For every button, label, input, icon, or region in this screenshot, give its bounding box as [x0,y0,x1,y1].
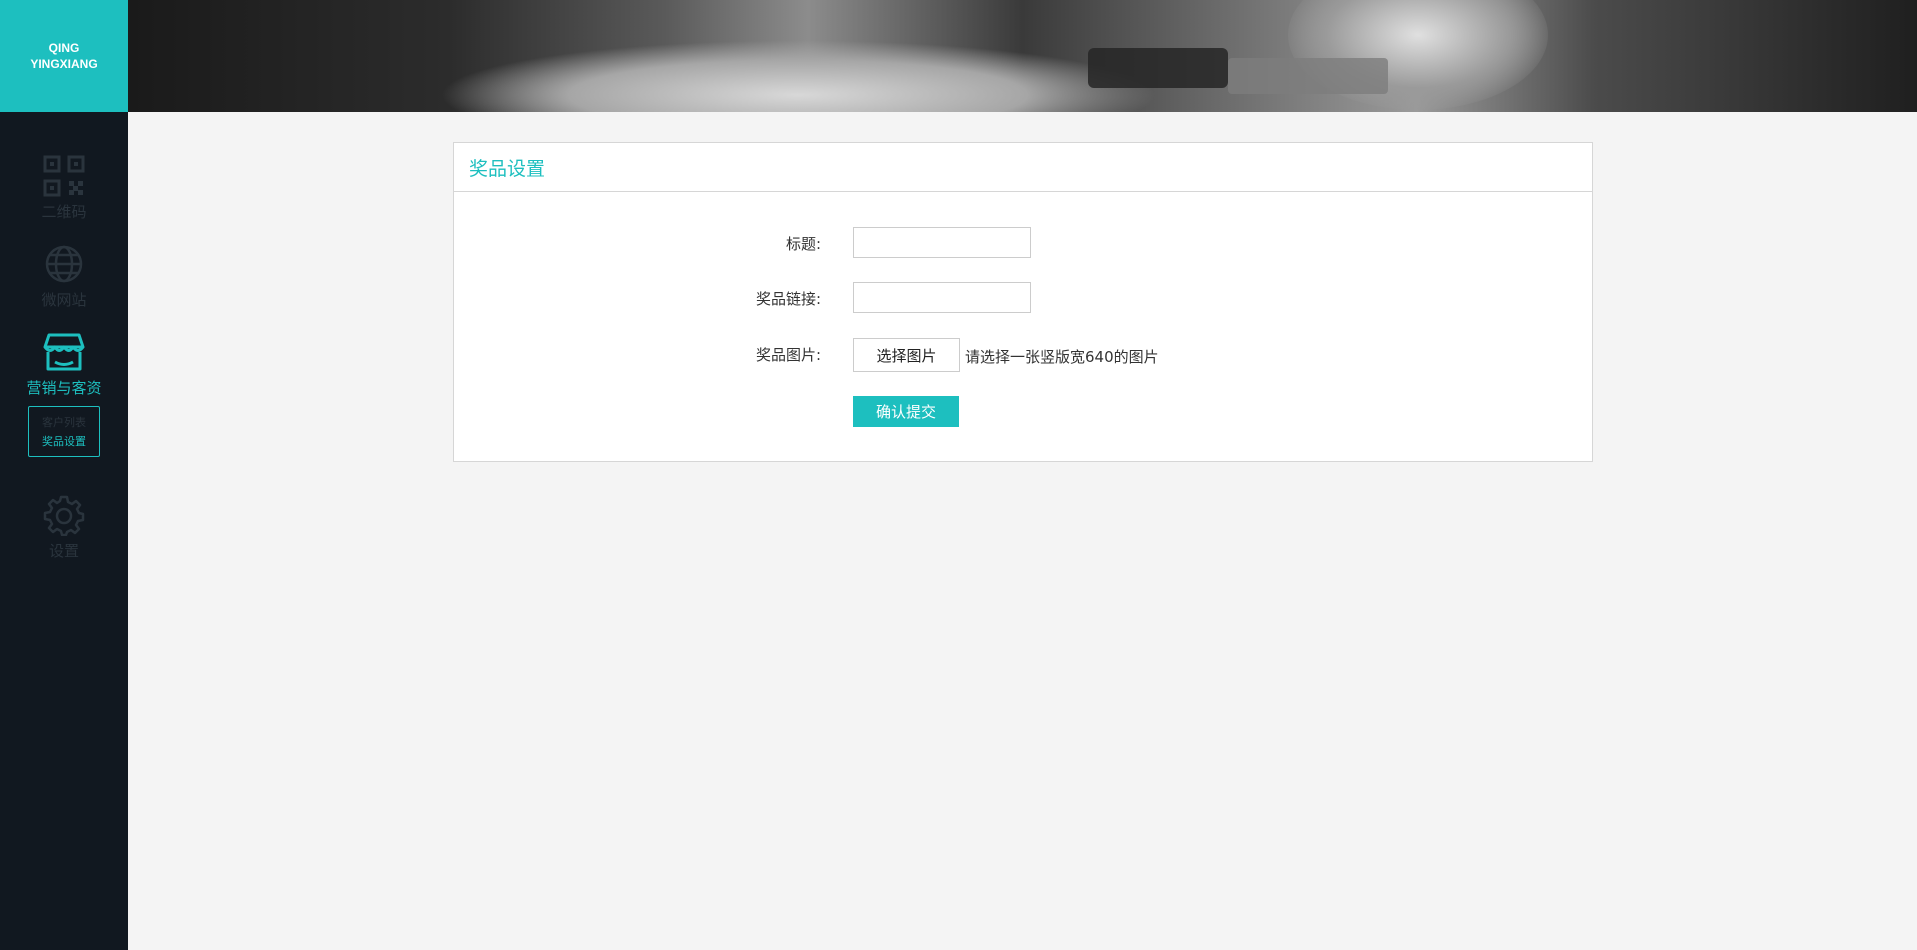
banner-highlight [438,40,1158,112]
sidebar-item-qrcode[interactable]: 二维码 [0,154,128,222]
brand-logo[interactable]: QING YINGXIANG [0,0,128,112]
banner-object [1088,48,1228,88]
store-icon [42,330,86,374]
submit-button[interactable]: 确认提交 [853,396,959,427]
sidebar-item-label: 营销与客资 [26,379,102,397]
prize-image-label: 奖品图片: [755,346,821,364]
banner-object [1228,58,1388,94]
logo-line-2: YINGXIANG [30,57,98,71]
sidebar-item-settings[interactable]: 设置 [0,493,128,561]
globe-icon [42,242,86,286]
sidebar: QING YINGXIANG 二维码 微网站 营销与客资 客户列表 奖品设置 设… [0,0,128,950]
sidebar-item-label: 微网站 [41,291,87,309]
submenu-item-customer-list[interactable]: 客户列表 [29,413,99,432]
sidebar-item-microsite[interactable]: 微网站 [0,242,128,310]
prize-settings-panel: 奖品设置 标题: 奖品链接: 奖品图片: 选择图片 请选择一张竖版宽640的图片… [453,142,1593,462]
form-row-submit: 确认提交 [454,396,1592,428]
panel-header: 奖品设置 [454,143,1592,192]
image-hint-text: 请选择一张竖版宽640的图片 [965,348,1159,366]
title-input[interactable] [853,227,1031,258]
sidebar-nav: 二维码 微网站 营销与客资 客户列表 奖品设置 设置 [0,112,128,561]
sidebar-item-label: 二维码 [41,203,87,221]
panel-title: 奖品设置 [469,157,546,180]
choose-image-button[interactable]: 选择图片 [853,338,960,372]
logo-line-1: QING [48,41,80,55]
header-banner-image [128,0,1917,112]
submenu-item-prize-settings[interactable]: 奖品设置 [29,432,99,451]
sidebar-item-marketing[interactable]: 营销与客资 [0,330,128,398]
title-label: 标题: [785,235,821,253]
prize-link-label: 奖品链接: [755,290,821,308]
gear-icon [42,493,86,537]
form-row-title: 标题: [454,227,1592,259]
marketing-submenu: 客户列表 奖品设置 [28,406,100,457]
prize-link-input[interactable] [853,282,1031,313]
form-row-link: 奖品链接: [454,282,1592,314]
sidebar-item-label: 设置 [48,542,79,560]
form-row-image: 奖品图片: 选择图片 请选择一张竖版宽640的图片 [454,338,1592,372]
qrcode-icon [42,154,86,198]
